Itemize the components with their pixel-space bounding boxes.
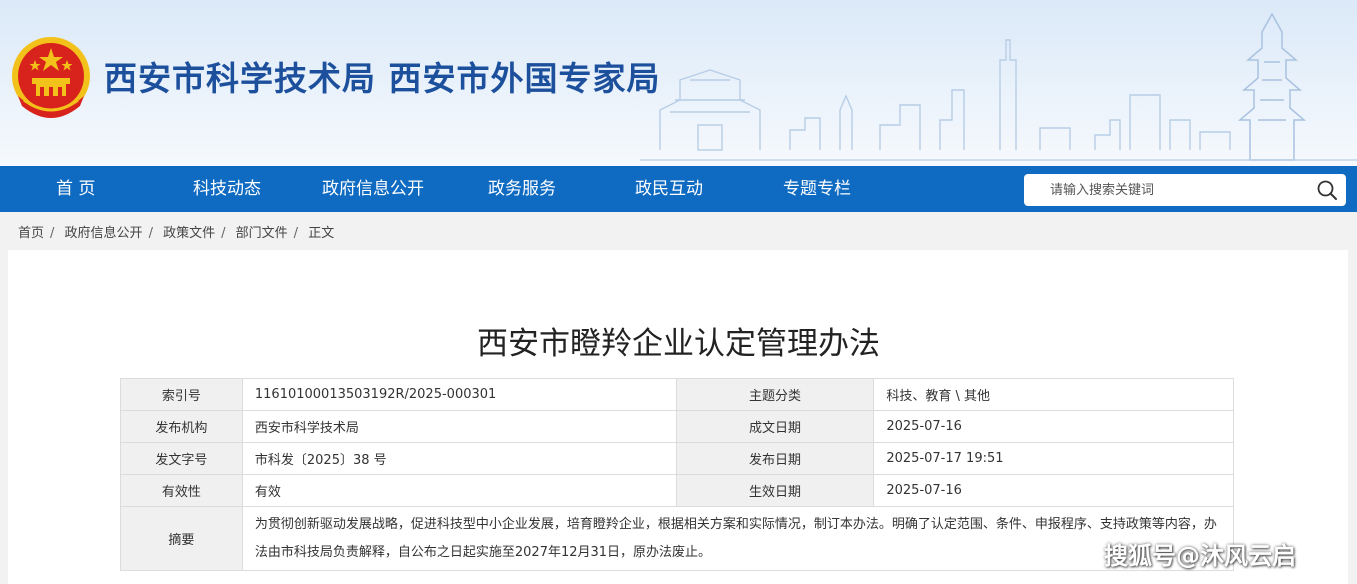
breadcrumb-dept-docs[interactable]: 部门文件 — [236, 226, 288, 241]
document-meta-table: 索引号 11610100013503192R/2025-000301 主题分类 … — [120, 378, 1235, 571]
national-emblem-icon — [12, 37, 90, 118]
meta-label: 发布机构 — [120, 410, 243, 443]
nav-item-gov-info[interactable]: 政府信息公开 — [322, 166, 424, 212]
nav-item-special-topics[interactable]: 专题专栏 — [783, 166, 851, 212]
meta-summary: 为贯彻创新驱动发展战略，促进科技型中小企业发展，培育瞪羚企业，根据相关方案和实际… — [241, 506, 1235, 571]
table-row: 摘要 为贯彻创新驱动发展战略，促进科技型中小企业发展，培育瞪羚企业，根据相关方案… — [120, 506, 1235, 571]
meta-label: 主题分类 — [675, 378, 875, 411]
nav-item-home[interactable]: 首 页 — [56, 166, 95, 212]
site-title: 西安市科学技术局 西安市外国专家局 — [104, 59, 661, 98]
meta-effective-date: 2025-07-16 — [873, 474, 1234, 507]
meta-topic: 科技、教育 \ 其他 — [873, 378, 1234, 411]
nav-item-tech-news[interactable]: 科技动态 — [193, 166, 261, 212]
meta-label: 发布日期 — [675, 442, 875, 475]
nav-item-gov-services[interactable]: 政务服务 — [488, 166, 556, 212]
breadcrumb: 首页 / 政府信息公开 / 政策文件 / 部门文件 / 正文 — [18, 226, 335, 241]
meta-label: 有效性 — [120, 474, 243, 507]
table-row: 发文字号 市科发〔2025〕38 号 发布日期 2025-07-17 19:51 — [120, 442, 1234, 475]
meta-index-no: 11610100013503192R/2025-000301 — [241, 378, 677, 411]
search-icon[interactable] — [1316, 179, 1338, 201]
watermark: 搜狐号@沐风云启 — [1104, 542, 1296, 570]
breadcrumb-home[interactable]: 首页 — [18, 226, 44, 241]
meta-published-date: 2025-07-17 19:51 — [873, 442, 1234, 475]
breadcrumb-policy-docs[interactable]: 政策文件 — [163, 226, 215, 241]
search-input[interactable] — [1024, 174, 1309, 206]
meta-label: 发文字号 — [120, 442, 243, 475]
city-skyline-illustration — [640, 12, 1357, 161]
site-header: 西安市科学技术局 西安市外国专家局 — [0, 0, 1357, 166]
breadcrumb-gov-info[interactable]: 政府信息公开 — [65, 226, 143, 241]
meta-label: 摘要 — [120, 506, 243, 571]
search-box — [1024, 174, 1346, 206]
meta-label: 索引号 — [120, 378, 243, 411]
meta-publisher: 西安市科学技术局 — [241, 410, 677, 443]
meta-validity: 有效 — [241, 474, 677, 507]
nav-item-interaction[interactable]: 政民互动 — [635, 166, 703, 212]
breadcrumb-current: 正文 — [308, 226, 335, 241]
document-title: 西安市瞪羚企业认定管理办法 — [477, 326, 880, 362]
meta-label: 成文日期 — [675, 410, 875, 443]
meta-created-date: 2025-07-16 — [873, 410, 1234, 443]
table-row: 发布机构 西安市科学技术局 成文日期 2025-07-16 — [120, 410, 1234, 443]
meta-doc-no: 市科发〔2025〕38 号 — [241, 442, 677, 475]
table-row: 索引号 11610100013503192R/2025-000301 主题分类 … — [120, 378, 1234, 411]
meta-label: 生效日期 — [675, 474, 875, 507]
table-row: 有效性 有效 生效日期 2025-07-16 — [120, 474, 1234, 507]
